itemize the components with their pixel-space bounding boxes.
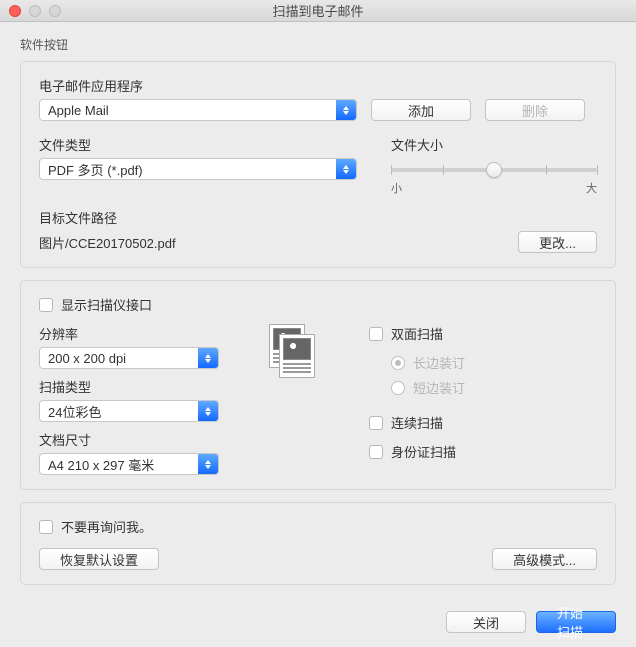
panel-basic: 电子邮件应用程序 Apple Mail 添加 删除 文件类型 PDF 多页 (*… — [20, 61, 616, 268]
short-edge-label: 短边装订 — [413, 378, 465, 397]
dest-path-label: 目标文件路径 — [39, 208, 597, 227]
dont-ask-label: 不要再询问我。 — [61, 517, 152, 536]
idcard-label: 身份证扫描 — [391, 442, 456, 461]
advanced-mode-button[interactable]: 高级模式... — [492, 548, 597, 570]
resolution-label: 分辨率 — [39, 324, 219, 343]
updown-icon — [198, 401, 218, 421]
footer: 关闭 开始扫描 — [0, 597, 636, 647]
slider-labels: 小 大 — [391, 180, 597, 196]
idcard-checkbox[interactable] — [369, 445, 383, 459]
delete-button: 删除 — [485, 99, 585, 121]
document-thumbs-icon — [269, 324, 319, 380]
scan-type-label: 扫描类型 — [39, 377, 219, 396]
email-app-select[interactable]: Apple Mail — [39, 99, 357, 121]
scan-type-select[interactable]: 24位彩色 — [39, 400, 219, 422]
long-edge-radio — [391, 356, 405, 370]
long-edge-label: 长边装订 — [413, 353, 465, 372]
dont-ask-checkbox[interactable] — [39, 520, 53, 534]
file-type-label: 文件类型 — [39, 135, 357, 154]
file-type-value: PDF 多页 (*.pdf) — [48, 160, 143, 179]
panel-misc: 不要再询问我。 恢复默认设置 高级模式... — [20, 502, 616, 585]
resolution-select[interactable]: 200 x 200 dpi — [39, 347, 219, 369]
file-size-label: 文件大小 — [391, 135, 597, 154]
scan-type-value: 24位彩色 — [48, 402, 101, 421]
updown-icon — [198, 454, 218, 474]
section-label: 软件按钮 — [0, 22, 636, 61]
doc-size-label: 文档尺寸 — [39, 430, 219, 449]
panel-scan-options: 显示扫描仪接口 分辨率 200 x 200 dpi 扫描类型 24位彩色 文档尺… — [20, 280, 616, 490]
dest-path-value: 图片/CCE20170502.pdf — [39, 233, 176, 252]
updown-icon — [198, 348, 218, 368]
show-scanner-label: 显示扫描仪接口 — [61, 295, 152, 314]
restore-defaults-button[interactable]: 恢复默认设置 — [39, 548, 159, 570]
window-title: 扫描到电子邮件 — [0, 1, 636, 20]
change-button[interactable]: 更改... — [518, 231, 597, 253]
show-scanner-checkbox[interactable] — [39, 298, 53, 312]
continuous-label: 连续扫描 — [391, 413, 443, 432]
size-large-label: 大 — [586, 180, 597, 196]
slider-knob[interactable] — [486, 162, 502, 178]
updown-icon — [336, 100, 356, 120]
resolution-value: 200 x 200 dpi — [48, 351, 126, 366]
file-size-slider[interactable] — [391, 168, 597, 172]
close-button[interactable]: 关闭 — [446, 611, 526, 633]
continuous-checkbox[interactable] — [369, 416, 383, 430]
size-small-label: 小 — [391, 180, 402, 196]
duplex-checkbox[interactable] — [369, 327, 383, 341]
add-button[interactable]: 添加 — [371, 99, 471, 121]
email-app-label: 电子邮件应用程序 — [39, 76, 597, 95]
titlebar: 扫描到电子邮件 — [0, 0, 636, 22]
file-type-select[interactable]: PDF 多页 (*.pdf) — [39, 158, 357, 180]
duplex-label: 双面扫描 — [391, 324, 443, 343]
email-app-value: Apple Mail — [48, 103, 109, 118]
doc-size-select[interactable]: A4 210 x 297 毫米 — [39, 453, 219, 475]
start-scan-button[interactable]: 开始扫描 — [536, 611, 616, 633]
updown-icon — [336, 159, 356, 179]
short-edge-radio — [391, 381, 405, 395]
doc-size-value: A4 210 x 297 毫米 — [48, 455, 154, 474]
